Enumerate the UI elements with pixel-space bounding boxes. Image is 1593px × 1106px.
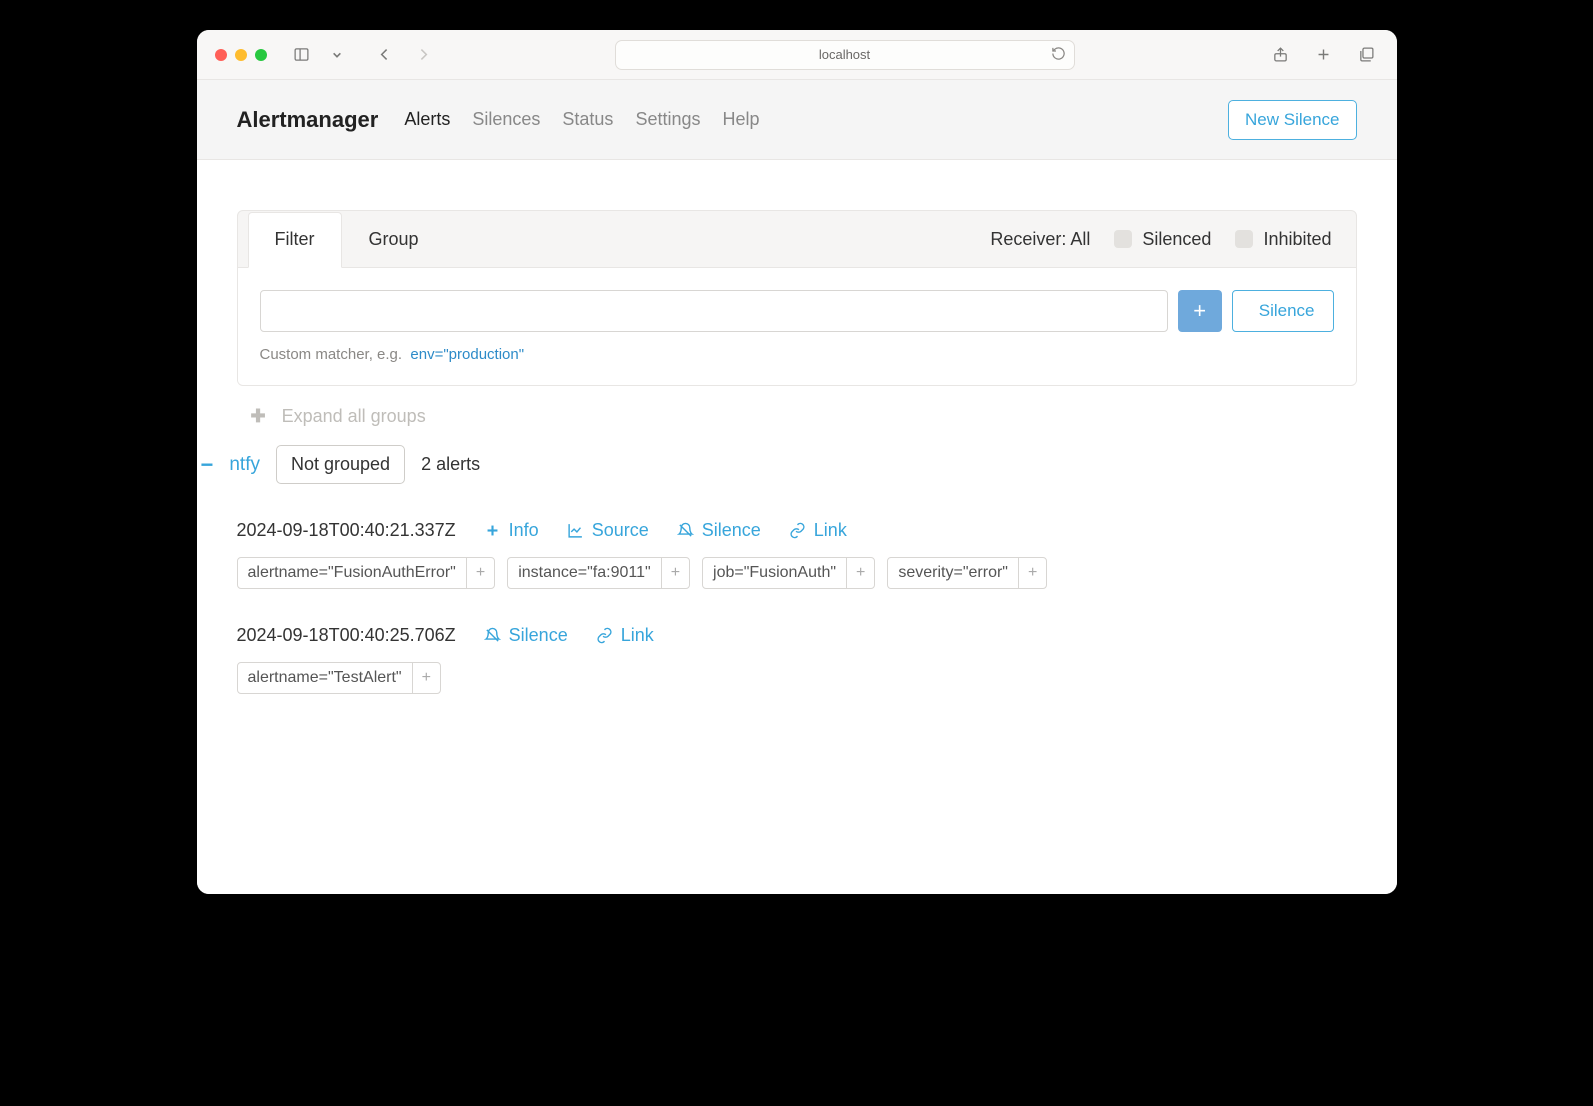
alert-silence-button[interactable]: Silence [677,520,761,541]
tabs-icon[interactable] [1354,42,1379,67]
alert-source-button[interactable]: Source [567,520,649,541]
label-pill[interactable]: job="FusionAuth"+ [702,557,875,589]
receiver-label[interactable]: Receiver: All [990,229,1090,250]
filter-card: Filter Group Receiver: All Silenced Inhi… [237,210,1357,386]
minimize-window-button[interactable] [235,49,247,61]
alert-silence-button[interactable]: Silence [484,625,568,646]
back-button[interactable] [372,42,397,67]
address-bar[interactable]: localhost [615,40,1075,70]
silenced-label: Silenced [1142,229,1211,250]
label-pill[interactable]: severity="error"+ [887,557,1047,589]
tab-filter[interactable]: Filter [248,212,342,268]
label-pill[interactable]: alertname="FusionAuthError"+ [237,557,496,589]
group-row: − ntfy Not grouped 2 alerts [201,445,1357,484]
checkbox-icon [1235,230,1253,248]
nav-help[interactable]: Help [722,109,759,130]
label-pill[interactable]: alertname="TestAlert"+ [237,662,441,694]
app-nav: Alertmanager Alerts Silences Status Sett… [197,80,1397,160]
alert-item: 2024-09-18T00:40:25.706Z Silence Link al… [237,625,1357,694]
address-bar-container: localhost [444,40,1246,70]
add-label-icon[interactable]: + [1018,558,1046,588]
filter-input[interactable] [260,290,1168,332]
new-tab-icon[interactable] [1311,42,1336,67]
add-label-icon[interactable]: + [412,663,440,693]
plus-icon [484,522,501,539]
filter-hint-example[interactable]: env="production" [410,346,524,363]
silence-button-label: Silence [1259,301,1315,321]
alert-info-button[interactable]: Info [484,520,539,541]
share-icon[interactable] [1268,42,1293,67]
expand-all-groups[interactable]: ✚ Expand all groups [237,386,1357,445]
link-icon [789,522,806,539]
silence-button[interactable]: Silence [1232,290,1334,332]
filter-body: + Silence Custom matcher, e.g. env="prod… [238,267,1356,385]
address-text: localhost [819,47,870,62]
checkbox-icon [1114,230,1132,248]
add-label-icon[interactable]: + [846,558,874,588]
reload-icon[interactable] [1051,46,1066,64]
nav-silences[interactable]: Silences [472,109,540,130]
alert-link-button[interactable]: Link [596,625,654,646]
chevron-down-icon[interactable] [328,46,346,64]
alert-link-button[interactable]: Link [789,520,847,541]
forward-button [411,42,436,67]
add-label-icon[interactable]: + [466,558,494,588]
tab-group[interactable]: Group [342,212,446,268]
alert-item: 2024-09-18T00:40:21.337Z Info Source Sil… [237,520,1357,589]
add-label-icon[interactable]: + [661,558,689,588]
label-pill[interactable]: instance="fa:9011"+ [507,557,690,589]
nav-links: Alerts Silences Status Settings Help [404,109,759,130]
alert-labels: alertname="FusionAuthError"+ instance="f… [237,557,1357,589]
add-filter-button[interactable]: + [1178,290,1222,332]
collapse-icon[interactable]: − [201,452,214,478]
alert-count: 2 alerts [421,454,480,475]
silenced-checkbox[interactable]: Silenced [1114,229,1211,250]
filter-tabs: Filter Group Receiver: All Silenced Inhi… [238,211,1356,267]
link-icon [596,627,613,644]
bell-off-icon [484,627,501,644]
close-window-button[interactable] [215,49,227,61]
traffic-lights [215,49,267,61]
alert-timestamp: 2024-09-18T00:40:25.706Z [237,625,456,646]
bell-off-icon [677,522,694,539]
content: Filter Group Receiver: All Silenced Inhi… [197,160,1397,894]
inhibited-checkbox[interactable]: Inhibited [1235,229,1331,250]
new-silence-button[interactable]: New Silence [1228,100,1357,140]
alert-timestamp: 2024-09-18T00:40:21.337Z [237,520,456,541]
nav-settings[interactable]: Settings [635,109,700,130]
group-name[interactable]: ntfy [229,454,260,476]
safari-window: localhost Alertmanager Alerts Silences S… [197,30,1397,894]
titlebar: localhost [197,30,1397,80]
alert-labels: alertname="TestAlert"+ [237,662,1357,694]
sidebar-icon[interactable] [289,42,314,67]
nav-alerts[interactable]: Alerts [404,109,450,130]
expand-all-label: Expand all groups [282,406,426,427]
nav-status[interactable]: Status [562,109,613,130]
inhibited-label: Inhibited [1263,229,1331,250]
brand: Alertmanager [237,107,379,133]
not-grouped-pill[interactable]: Not grouped [276,445,405,484]
zoom-window-button[interactable] [255,49,267,61]
plus-icon: ✚ [251,406,266,427]
chart-icon [567,522,584,539]
filter-hint: Custom matcher, e.g. env="production" [260,346,1334,363]
